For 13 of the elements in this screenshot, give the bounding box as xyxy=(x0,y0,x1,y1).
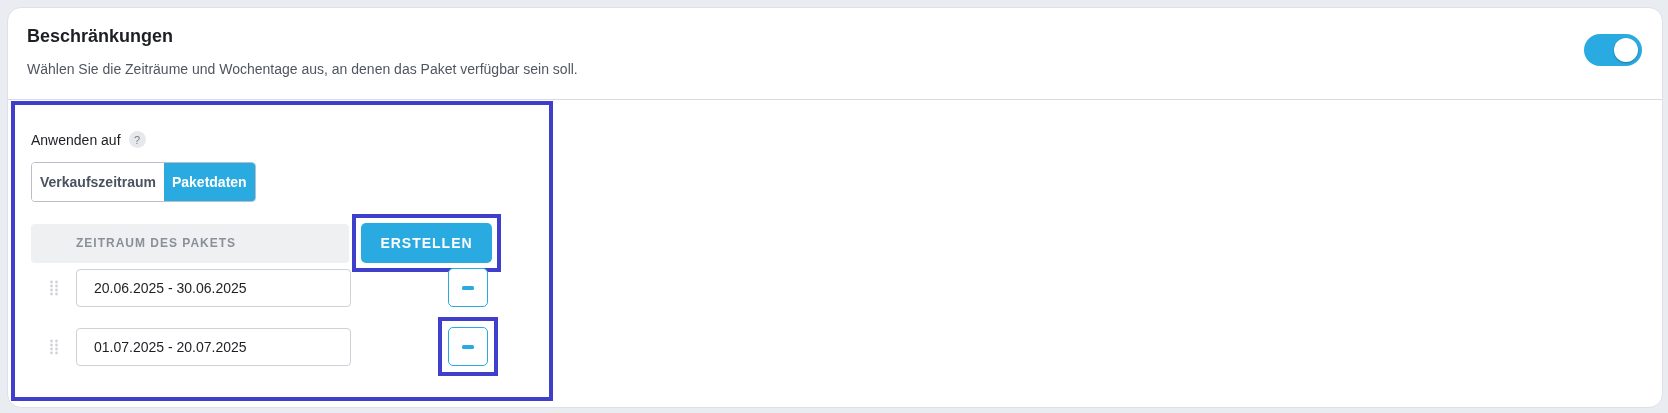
toggle-switch[interactable] xyxy=(1584,34,1642,66)
drag-handle-icon[interactable] xyxy=(49,279,58,296)
remove-button[interactable] xyxy=(448,268,488,307)
minus-icon xyxy=(462,344,474,349)
date-range-field[interactable]: 01.07.2025 - 20.07.2025 xyxy=(76,327,351,366)
drag-handle-icon[interactable] xyxy=(49,338,58,355)
remove-button[interactable] xyxy=(448,327,488,366)
column-header: ZEITRAUM DES PAKETS xyxy=(31,223,349,263)
card-description: Wählen Sie die Zeiträume und Wochentage aus, an denen das Paket verfügbar sein soll. xyxy=(27,61,578,77)
field-label: Anwenden auf xyxy=(31,131,121,148)
date-range-field[interactable]: 20.06.2025 - 30.06.2025 xyxy=(76,268,351,307)
card-title: Beschränkungen xyxy=(27,26,175,47)
minus-icon xyxy=(462,285,474,290)
